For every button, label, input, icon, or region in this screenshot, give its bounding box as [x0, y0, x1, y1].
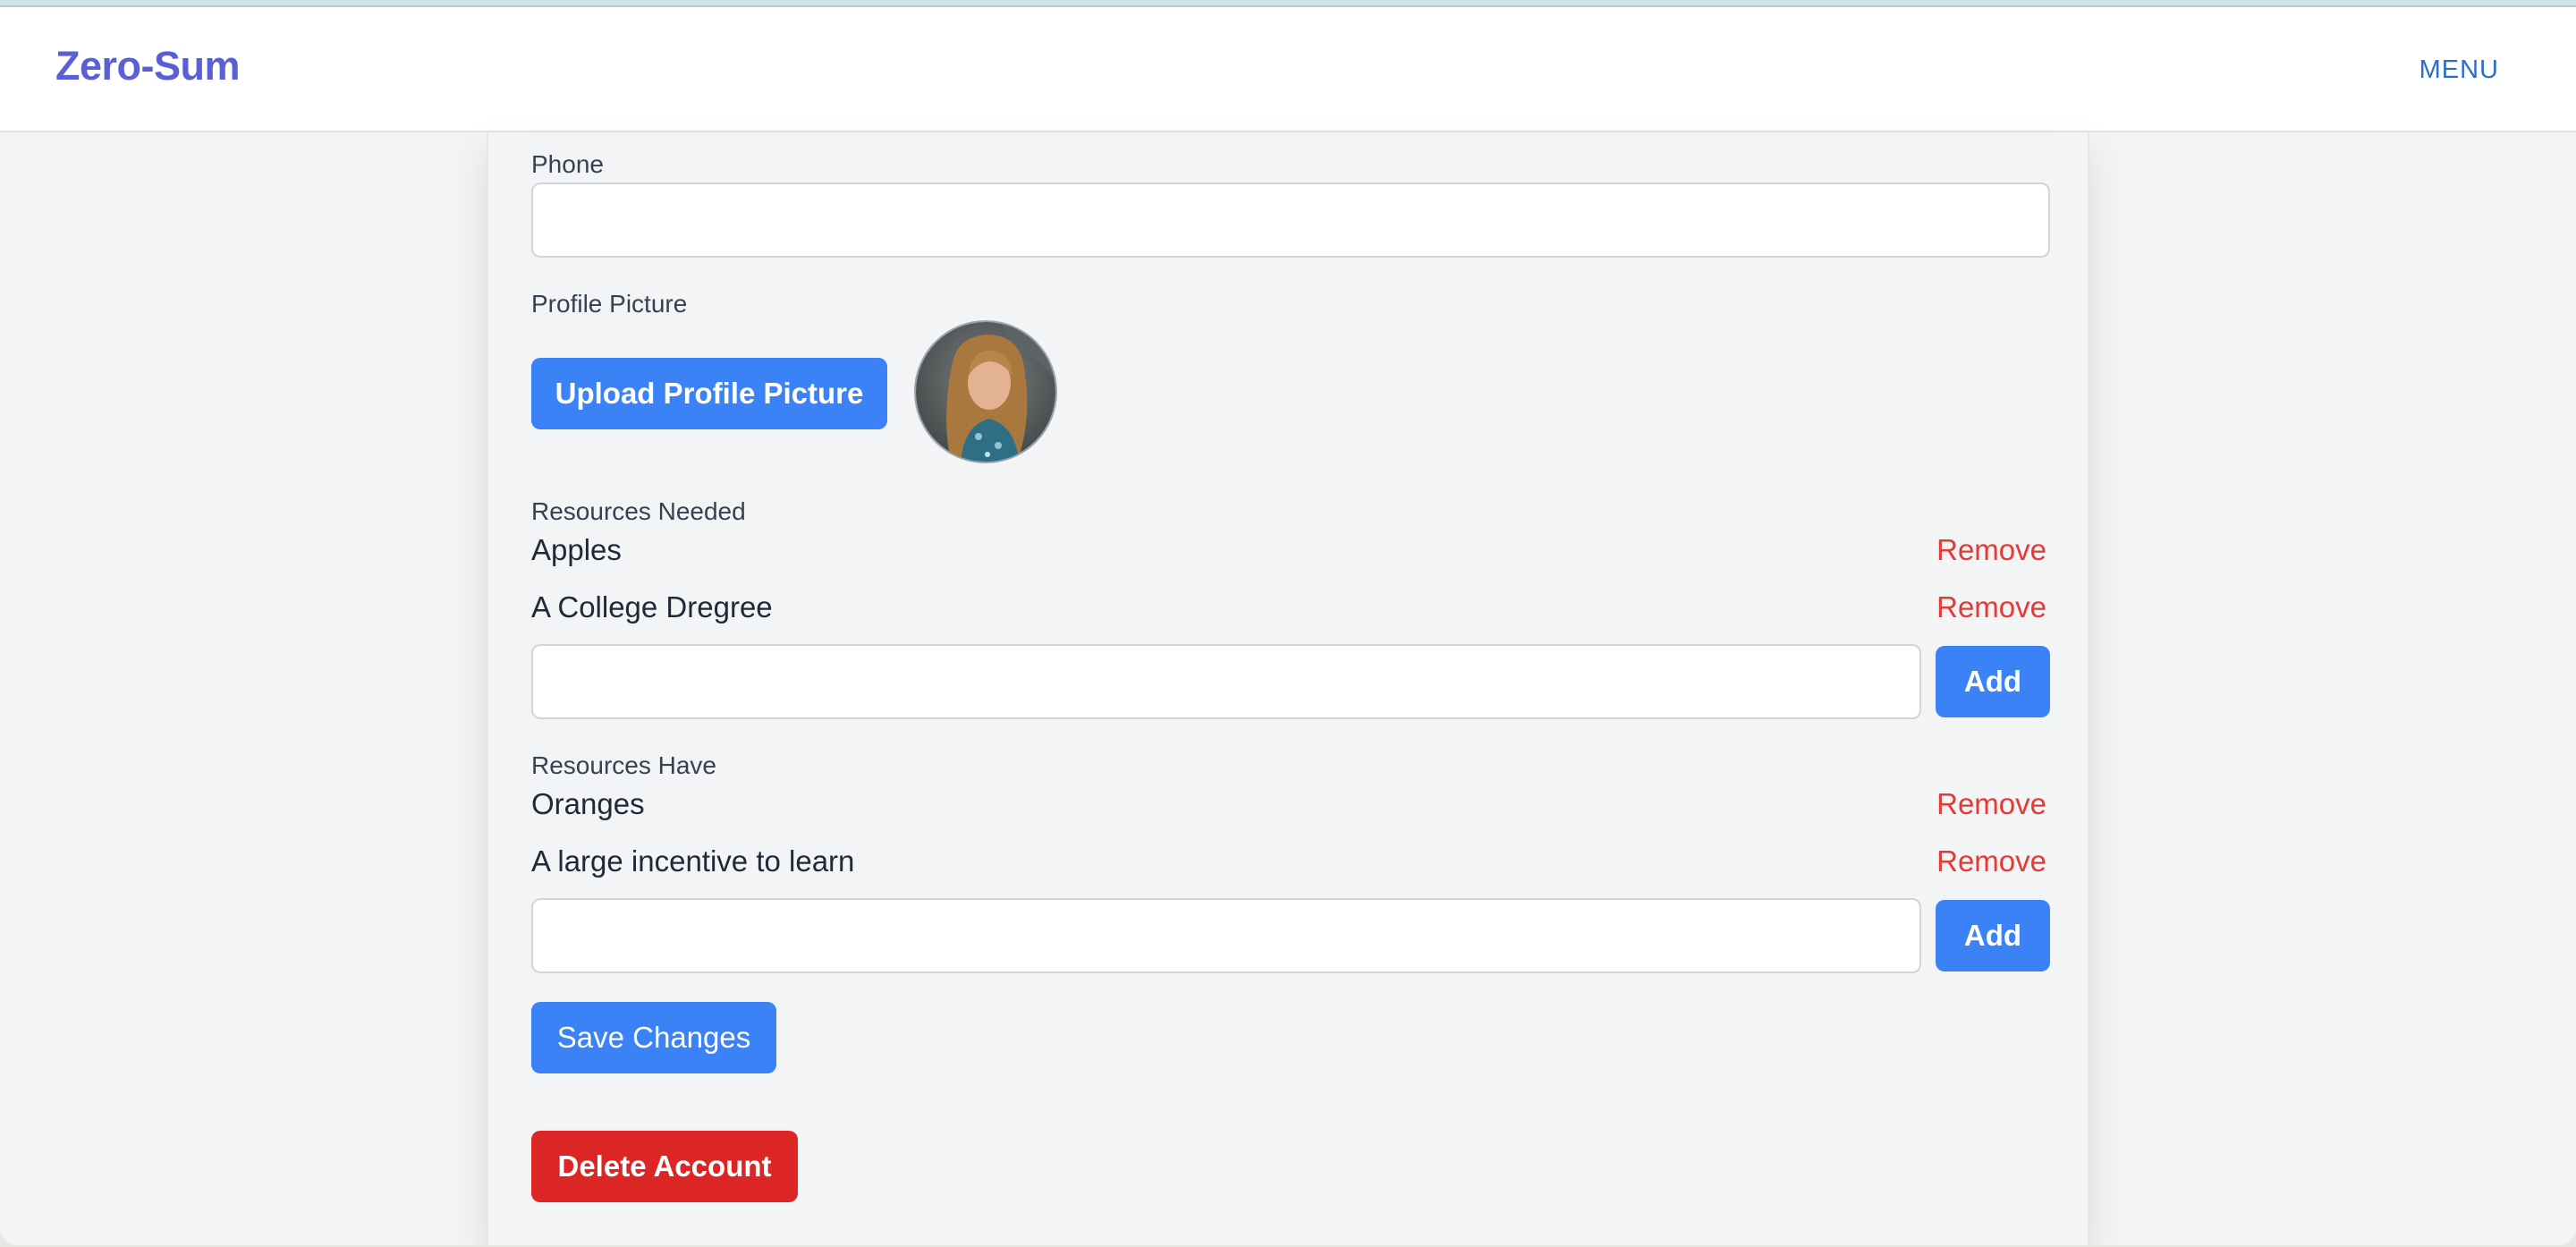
upload-profile-picture-button[interactable]: Upload Profile Picture [531, 358, 887, 429]
add-resource-needed-button[interactable]: Add [1936, 646, 2050, 717]
resource-have-item: A large incentive to learn [531, 844, 855, 878]
save-changes-button[interactable]: Save Changes [531, 1002, 776, 1073]
remove-resource-needed-button[interactable]: Remove [1936, 590, 2046, 624]
add-resource-have-button[interactable]: Add [1936, 900, 2050, 971]
remove-resource-needed-button[interactable]: Remove [1936, 533, 2046, 567]
profile-photo-icon [916, 322, 1055, 462]
remove-resource-have-button[interactable]: Remove [1936, 787, 2046, 821]
remove-resource-have-button[interactable]: Remove [1936, 844, 2046, 878]
resource-needed-item: Apples [531, 533, 622, 566]
menu-button[interactable]: MENU [2419, 55, 2499, 85]
logo[interactable]: Zero-Sum [55, 43, 241, 89]
resource-have-item: Oranges [531, 787, 645, 820]
resources-needed-label: Resources Needed [531, 497, 746, 525]
phone-label: Phone [531, 150, 604, 178]
resource-needed-input[interactable] [531, 644, 1921, 719]
resource-have-input[interactable] [531, 898, 1921, 973]
app-window: Zero-Sum MENU Phone Profile Picture Uplo… [0, 0, 2576, 1245]
site-header: Zero-Sum MENU [0, 7, 2576, 132]
profile-picture-label: Profile Picture [531, 290, 688, 318]
window-top-border [0, 0, 2576, 7]
profile-photo-avatar [914, 320, 1057, 463]
profile-edit-card: Phone Profile Picture Upload Profile Pic… [487, 132, 2089, 1245]
resource-needed-item: A College Dregree [531, 590, 773, 624]
resources-have-label: Resources Have [531, 751, 716, 779]
phone-input[interactable] [531, 182, 2050, 258]
delete-account-button[interactable]: Delete Account [531, 1131, 798, 1202]
